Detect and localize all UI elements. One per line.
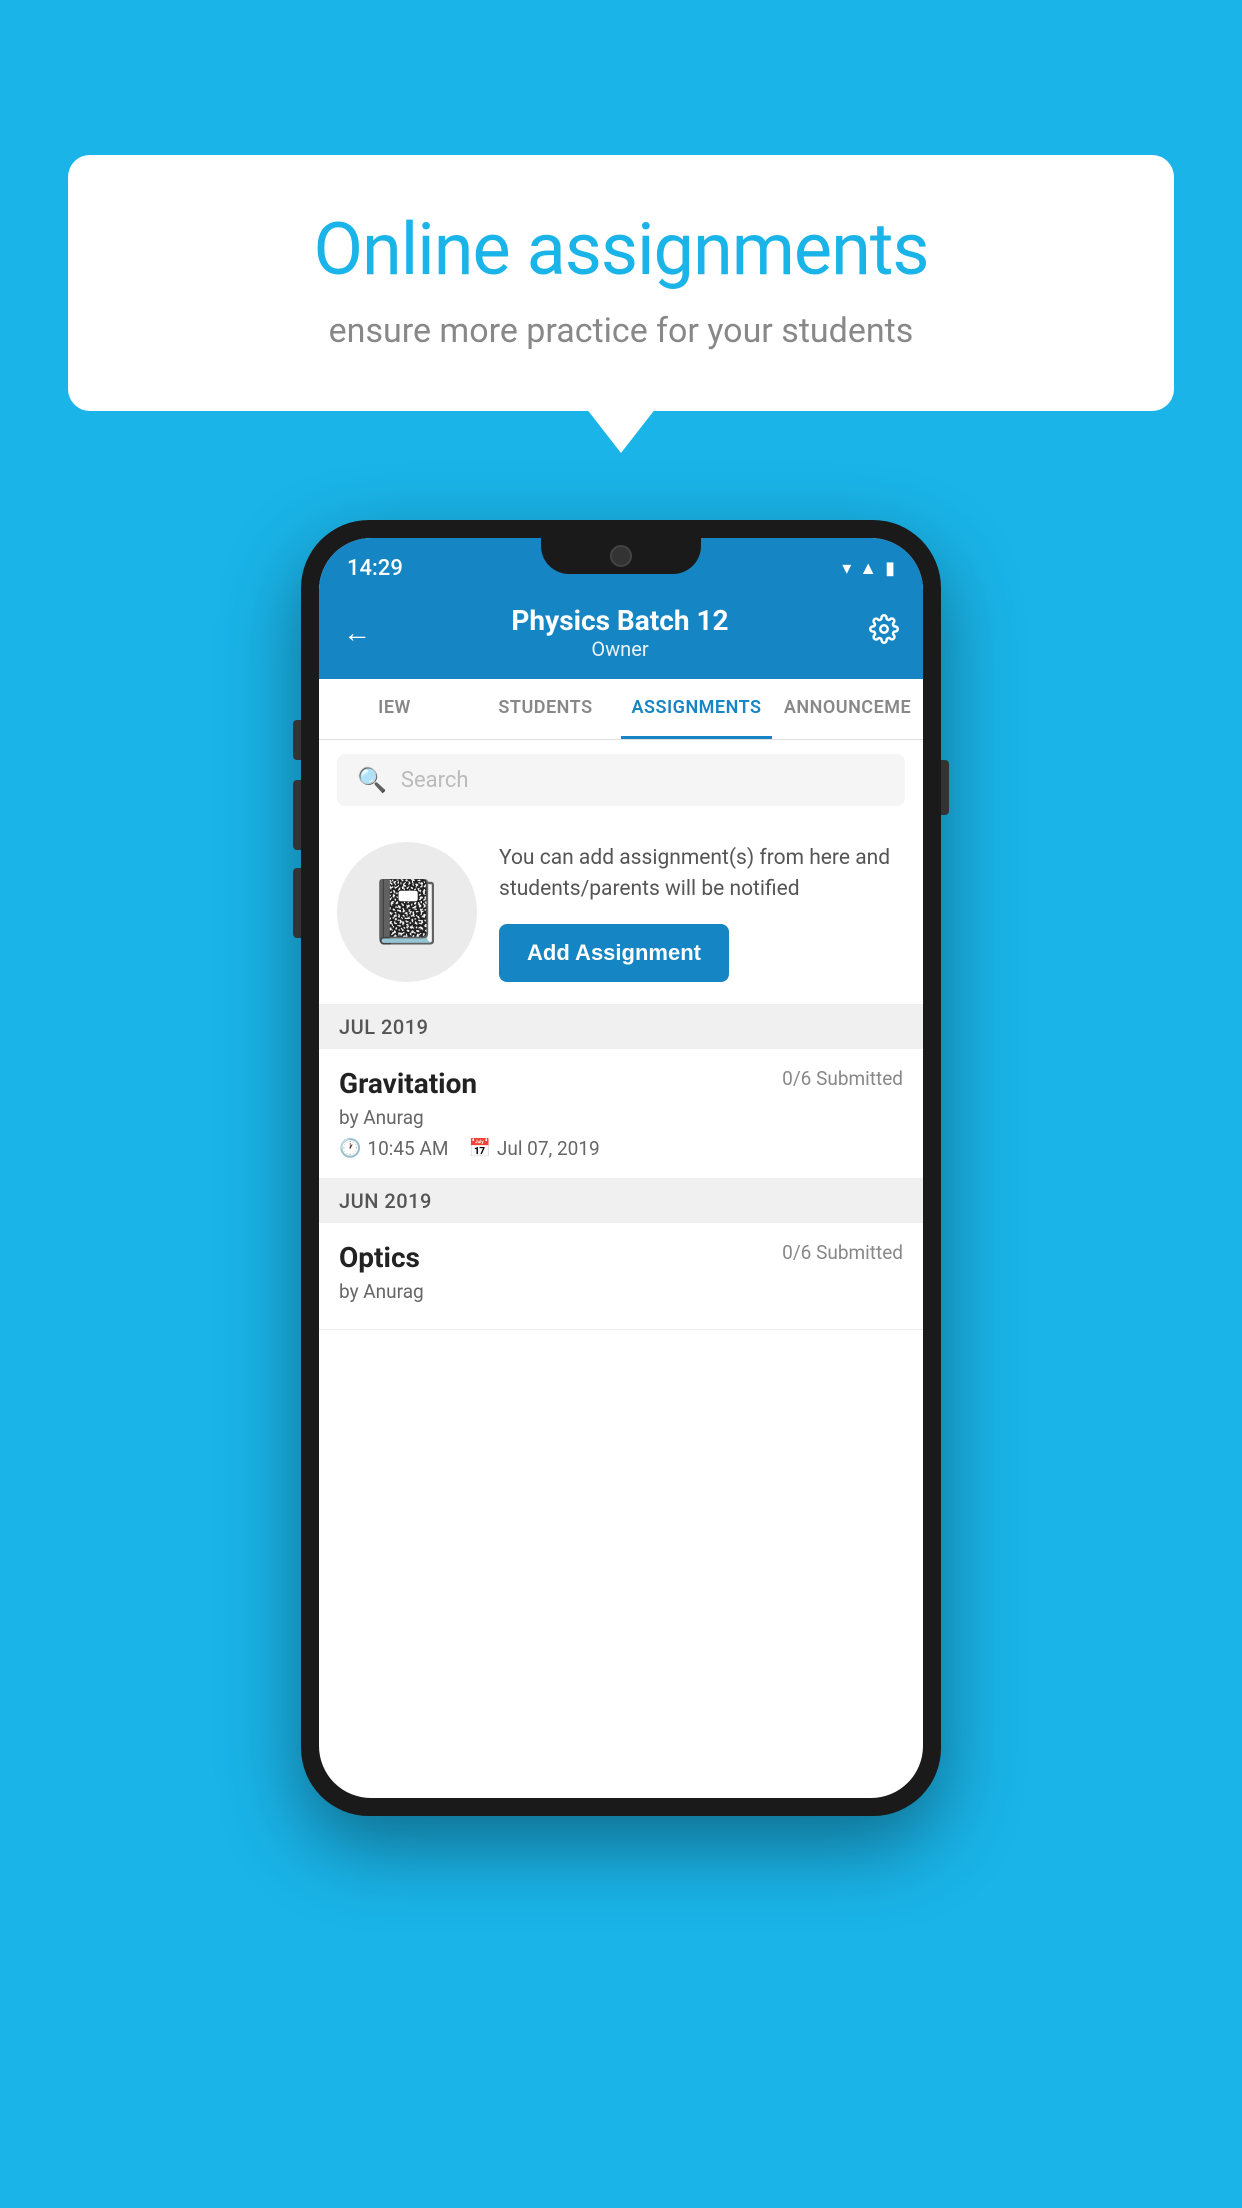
tab-students[interactable]: STUDENTS xyxy=(470,679,621,739)
month-header-jun: JUN 2019 xyxy=(319,1179,923,1223)
app-header: ← Physics Batch 12 Owner xyxy=(319,590,923,679)
assignment-optics[interactable]: Optics 0/6 Submitted by Anurag xyxy=(319,1223,923,1330)
signal-icon: ▲ xyxy=(859,558,877,579)
header-title: Physics Batch 12 xyxy=(371,604,869,637)
search-placeholder: Search xyxy=(401,768,469,793)
assignment-meta-gravitation: 🕐 10:45 AM 📅 Jul 07, 2019 xyxy=(339,1137,903,1160)
clock-icon: 🕐 xyxy=(339,1138,361,1159)
header-subtitle: Owner xyxy=(371,637,869,661)
assignment-name-optics: Optics xyxy=(339,1241,420,1274)
search-bar[interactable]: 🔍 Search xyxy=(337,754,905,806)
assignment-author-optics: by Anurag xyxy=(339,1280,903,1303)
assignment-time-value: 10:45 AM xyxy=(367,1137,448,1160)
notebook-icon: 📓 xyxy=(368,876,445,949)
assignment-gravitation[interactable]: Gravitation 0/6 Submitted by Anurag 🕐 10… xyxy=(319,1049,923,1179)
phone-outer: 14:29 ▾ ▲ ▮ ← Physics Batch 12 Owner xyxy=(301,520,941,1816)
settings-button[interactable] xyxy=(869,614,899,651)
search-container: 🔍 Search xyxy=(319,740,923,820)
assignment-date-gravitation: 📅 Jul 07, 2019 xyxy=(468,1137,599,1160)
phone-power-button xyxy=(941,760,949,815)
assignment-name-gravitation: Gravitation xyxy=(339,1067,477,1100)
assignment-submitted-gravitation: 0/6 Submitted xyxy=(782,1067,903,1090)
wifi-icon: ▾ xyxy=(842,558,851,579)
phone-notch xyxy=(541,538,701,574)
assignment-top-row: Gravitation 0/6 Submitted xyxy=(339,1067,903,1100)
month-header-jul: JUL 2019 xyxy=(319,1005,923,1049)
phone-screen: 14:29 ▾ ▲ ▮ ← Physics Batch 12 Owner xyxy=(319,538,923,1798)
phone-volume-up-button xyxy=(293,720,301,760)
tab-announcements[interactable]: ANNOUNCEME xyxy=(772,679,923,739)
tab-iew[interactable]: IEW xyxy=(319,679,470,739)
assignment-time-gravitation: 🕐 10:45 AM xyxy=(339,1137,448,1160)
phone-camera xyxy=(610,545,632,567)
phone-volume-down-button xyxy=(293,780,301,850)
promo-icon-circle: 📓 xyxy=(337,842,477,982)
status-time: 14:29 xyxy=(347,556,403,581)
search-icon: 🔍 xyxy=(357,766,387,794)
bubble-title: Online assignments xyxy=(133,210,1109,289)
phone-silent-button xyxy=(293,868,301,938)
promo-description: You can add assignment(s) from here and … xyxy=(499,843,905,906)
status-icons: ▾ ▲ ▮ xyxy=(842,558,895,579)
speech-bubble-container: Online assignments ensure more practice … xyxy=(68,155,1174,411)
phone-mockup: 14:29 ▾ ▲ ▮ ← Physics Batch 12 Owner xyxy=(301,520,941,1816)
speech-bubble: Online assignments ensure more practice … xyxy=(68,155,1174,411)
tabs-bar: IEW STUDENTS ASSIGNMENTS ANNOUNCEME xyxy=(319,679,923,740)
assignment-date-value: Jul 07, 2019 xyxy=(497,1137,600,1160)
add-assignment-button[interactable]: Add Assignment xyxy=(499,924,729,982)
header-center: Physics Batch 12 Owner xyxy=(371,604,869,661)
assignment-top-row-optics: Optics 0/6 Submitted xyxy=(339,1241,903,1274)
assignment-submitted-optics: 0/6 Submitted xyxy=(782,1241,903,1264)
back-button[interactable]: ← xyxy=(343,616,371,649)
tab-assignments[interactable]: ASSIGNMENTS xyxy=(621,679,772,739)
bubble-subtitle: ensure more practice for your students xyxy=(133,311,1109,351)
promo-text-area: You can add assignment(s) from here and … xyxy=(499,843,905,982)
calendar-icon: 📅 xyxy=(468,1138,490,1159)
assignment-author-gravitation: by Anurag xyxy=(339,1106,903,1129)
promo-section: 📓 You can add assignment(s) from here an… xyxy=(319,820,923,1005)
battery-icon: ▮ xyxy=(885,558,895,579)
